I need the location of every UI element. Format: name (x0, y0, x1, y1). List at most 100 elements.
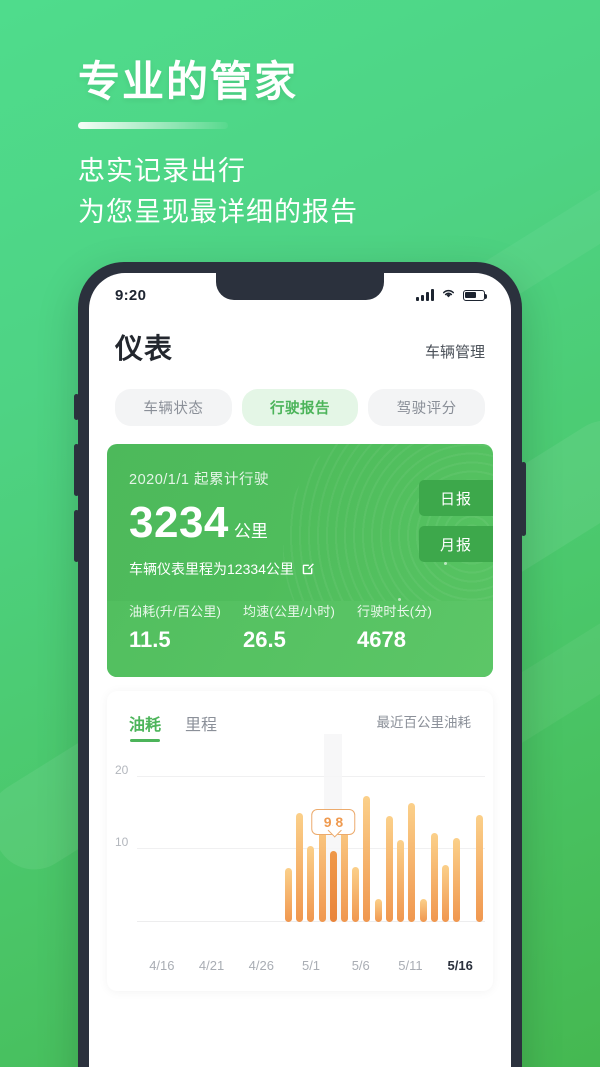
chart-x-tick-label: 5/16 (447, 958, 473, 973)
chart-bar-slot[interactable] (204, 762, 215, 922)
chart-bar-slot[interactable] (406, 762, 417, 922)
chart-bar-slot[interactable] (294, 762, 305, 922)
chart-bar-slot[interactable] (272, 762, 283, 922)
chart-tabs: 油耗 里程 最近百公里油耗 (107, 711, 493, 742)
tab-vehicle-status[interactable]: 车辆状态 (115, 389, 232, 426)
chart-bar-slot[interactable] (417, 762, 428, 922)
chart-bar[interactable] (442, 864, 450, 922)
phone-volume-down-button (74, 510, 79, 562)
status-bar-time: 9:20 (115, 286, 147, 304)
chart-bar-slot[interactable] (171, 762, 182, 922)
monthly-report-button[interactable]: 月报 (419, 526, 493, 562)
odometer-text: 车辆仪表里程为12334公里 (129, 561, 294, 577)
wifi-icon (441, 286, 456, 304)
phone-volume-up-button (74, 444, 79, 496)
chart-tab-mileage[interactable]: 里程 (185, 711, 217, 742)
phone-power-button (521, 462, 526, 536)
edit-icon[interactable] (301, 562, 315, 576)
phone-mute-button (74, 394, 79, 420)
chart-bar-slot[interactable] (216, 762, 227, 922)
promo-subtitle-line-2: 为您呈现最详细的报告 (78, 196, 358, 227)
chart-caption: 最近百公里油耗 (376, 715, 472, 730)
chart-bar[interactable] (329, 850, 337, 922)
chart-bar-slot[interactable] (182, 762, 193, 922)
stat-label: 油耗(升/百公里) (129, 604, 222, 619)
chart-bar-slot[interactable] (440, 762, 451, 922)
chart-bar[interactable] (352, 867, 360, 922)
phone-mockup: 9:20 仪表 车辆管理 车辆状态 行驶报告 驾驶评分 日报 月报 2020/1… (74, 262, 526, 1067)
distance-unit: 公里 (233, 522, 268, 541)
chart-bar[interactable] (284, 868, 292, 922)
stat-value: 26.5 (243, 627, 286, 652)
chart-bar[interactable] (453, 838, 461, 922)
chart-bar-slot[interactable] (159, 762, 170, 922)
chart-x-tick-label: 5/11 (398, 958, 423, 973)
signal-bars-icon (416, 289, 434, 301)
fuel-consumption-bar-chart[interactable]: 10 20 9.8 4/16 4/21 4/26 5/1 5/6 5/11 5/16 (107, 734, 493, 973)
vehicle-management-link[interactable]: 车辆管理 (425, 341, 485, 367)
stat-value: 4678 (357, 627, 406, 652)
chart-bar-slot[interactable] (384, 762, 395, 922)
stat-value: 11.5 (129, 627, 171, 652)
title-underline-rule (78, 122, 228, 130)
daily-report-button[interactable]: 日报 (419, 480, 493, 516)
chart-bar-slot[interactable] (238, 762, 249, 922)
chart-bar-slot[interactable] (429, 762, 440, 922)
chart-bar-slot[interactable] (137, 762, 148, 922)
distance-value: 3234 (129, 498, 229, 547)
summary-stats: 油耗(升/百公里) 11.5 均速(公里/小时) 26.5 行驶时长(分) 46… (107, 601, 493, 677)
chart-bar-slot[interactable] (395, 762, 406, 922)
chart-bar[interactable] (397, 839, 405, 922)
chart-bar-slot[interactable] (339, 762, 350, 922)
tab-driving-score[interactable]: 驾驶评分 (368, 389, 486, 426)
chart-x-tick-label: 5/6 (351, 958, 370, 973)
chart-bar-slot[interactable] (462, 762, 473, 922)
chart-bars (137, 734, 485, 922)
chart-tooltip: 9.8 (311, 808, 356, 835)
chart-bar-slot[interactable] (260, 762, 271, 922)
summary-card: 日报 月报 2020/1/1 起累计行驶 3234 公里 车辆仪表里程为1233… (107, 444, 493, 677)
app-header: 仪表 车辆管理 (89, 317, 511, 367)
chart-y-tick-label: 10 (115, 835, 129, 850)
promo-subtitle-line-1: 忠实记录出行 (78, 156, 246, 187)
chart-bar[interactable] (363, 796, 371, 922)
chart-bar[interactable] (296, 812, 304, 922)
chart-bar[interactable] (430, 832, 438, 922)
chart-x-tick-label: 4/26 (248, 958, 274, 973)
chart-bar-slot[interactable] (451, 762, 462, 922)
chart-bar-slot[interactable] (474, 762, 485, 922)
chart-x-tick-label: 5/1 (301, 958, 321, 973)
chart-bar-slot[interactable] (361, 762, 372, 922)
chart-x-tick-label: 4/16 (149, 958, 175, 973)
chart-bar-slot[interactable] (249, 762, 260, 922)
stat-average-speed: 均速(公里/小时) 26.5 (243, 601, 357, 653)
stat-label: 均速(公里/小时) (243, 604, 336, 619)
chart-bar[interactable] (385, 815, 393, 922)
stat-label: 行驶时长(分) (357, 604, 433, 619)
chart-bar-slot[interactable] (193, 762, 204, 922)
chart-bar-slot[interactable] (227, 762, 238, 922)
tab-driving-report[interactable]: 行驶报告 (241, 389, 359, 426)
chart-bar[interactable] (419, 899, 427, 922)
chart-card: 油耗 里程 最近百公里油耗 10 20 9.8 4/16 4/21 4/26 5/1 5/6 5… (107, 691, 493, 991)
stat-driving-duration: 行驶时长(分) 4678 (357, 601, 471, 653)
chart-y-tick-label: 20 (115, 762, 129, 777)
segment-tabs: 车辆状态 行驶报告 驾驶评分 (89, 367, 511, 426)
status-bar: 9:20 (89, 273, 511, 317)
promo-subtitle: 忠实记录出行 为您呈现最详细的报告 (78, 151, 538, 232)
chart-bar-slot[interactable] (148, 762, 159, 922)
chart-bar-slot[interactable] (324, 734, 343, 922)
chart-bar[interactable] (374, 898, 382, 922)
status-bar-icons (416, 286, 488, 304)
chart-bar-slot[interactable] (305, 762, 316, 922)
chart-bar[interactable] (475, 815, 483, 922)
chart-x-tick-label: 4/21 (198, 958, 225, 973)
chart-bar-slot[interactable] (283, 762, 294, 922)
page-title: 仪表 (115, 333, 174, 364)
chart-bar-slot[interactable] (350, 762, 361, 922)
stat-fuel-consumption: 油耗(升/百公里) 11.5 (129, 601, 243, 653)
chart-bar[interactable] (307, 845, 315, 922)
chart-bar[interactable] (408, 802, 416, 922)
chart-tab-fuel[interactable]: 油耗 (129, 711, 161, 742)
chart-bar-slot[interactable] (373, 762, 384, 922)
